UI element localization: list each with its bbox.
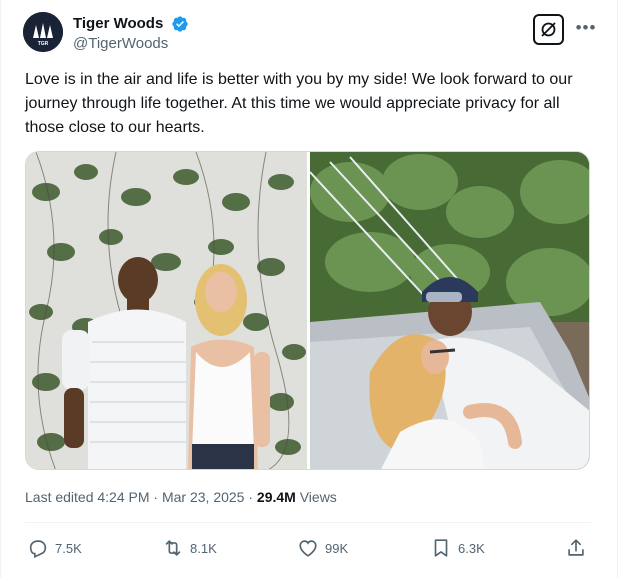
- reply-icon: [29, 540, 47, 558]
- share-icon: [568, 539, 584, 556]
- retweet-button[interactable]: 8.1K: [162, 533, 217, 563]
- tgr-logo-icon: TGR: [23, 12, 63, 52]
- like-button[interactable]: 99K: [297, 533, 348, 563]
- reply-count: 7.5K: [55, 540, 82, 556]
- avatar[interactable]: TGR: [23, 12, 63, 52]
- grok-icon: [541, 22, 556, 37]
- grok-button[interactable]: [533, 14, 564, 45]
- tweet-header: TGR Tiger Woods @TigerWoods •••: [23, 12, 599, 60]
- photo-couple-standing[interactable]: [26, 152, 307, 469]
- divider: [25, 522, 591, 523]
- more-icon[interactable]: •••: [574, 16, 598, 40]
- retweet-icon: [165, 540, 181, 556]
- action-bar: 7.5K 8.1K 99K 6.3K: [25, 533, 591, 563]
- retweet-count: 8.1K: [190, 540, 217, 556]
- share-button[interactable]: [565, 533, 587, 563]
- photo-couple-standing-image: [26, 152, 307, 469]
- bookmark-count: 6.3K: [458, 540, 485, 556]
- verified-badge-icon[interactable]: [171, 15, 189, 33]
- photo-couple-hammock-image: [310, 152, 589, 469]
- tweet-text: Love is in the air and life is better wi…: [25, 71, 573, 136]
- tweet-meta: Last edited 4:24 PM · Mar 23, 2025 · 29.…: [25, 487, 337, 507]
- like-count: 99K: [325, 540, 349, 556]
- bookmark-button[interactable]: 6.3K: [430, 533, 485, 563]
- author-names: Tiger Woods @TigerWoods: [73, 14, 189, 54]
- photo-couple-hammock[interactable]: [310, 152, 589, 469]
- display-name[interactable]: Tiger Woods: [73, 14, 163, 34]
- bookmark-icon: [434, 539, 448, 557]
- views-count: 29.4M: [256, 489, 296, 505]
- edited-timestamp[interactable]: Last edited 4:24 PM · Mar 23, 2025 ·: [25, 489, 257, 505]
- avatar-text: TGR: [38, 41, 49, 47]
- heart-icon: [299, 540, 317, 557]
- author-handle[interactable]: @TigerWoods: [73, 34, 189, 54]
- tweet-card: TGR Tiger Woods @TigerWoods ••• Love is …: [0, 0, 618, 578]
- tweet-media[interactable]: [25, 151, 590, 470]
- views-label: Views: [295, 489, 337, 505]
- reply-button[interactable]: 7.5K: [27, 533, 82, 563]
